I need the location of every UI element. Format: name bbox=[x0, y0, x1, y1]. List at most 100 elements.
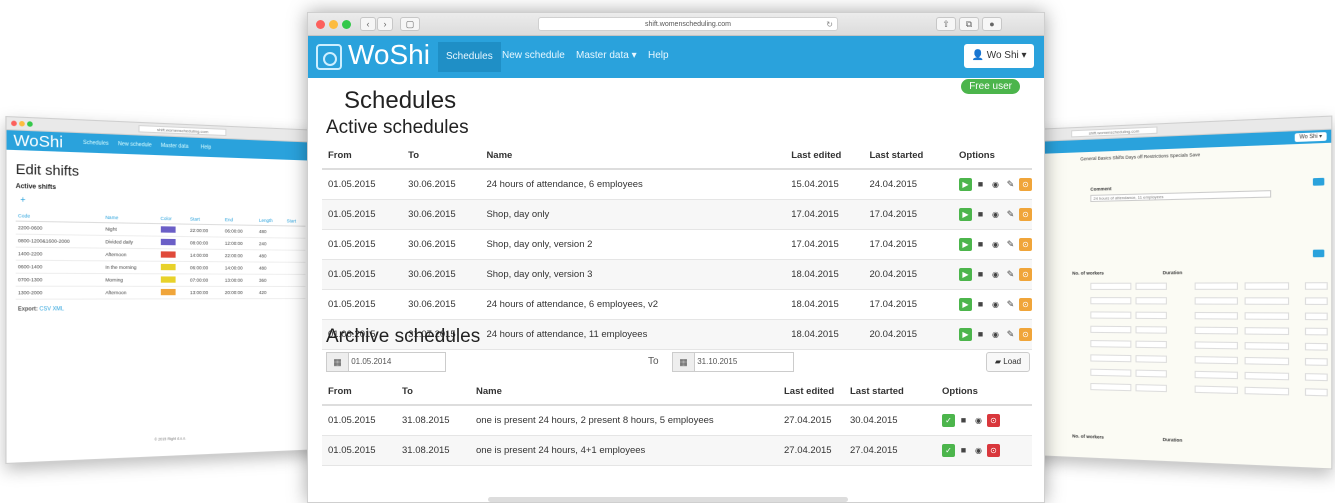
row-input[interactable] bbox=[1245, 282, 1290, 290]
archive-icon[interactable]: ⊙ bbox=[1019, 298, 1032, 311]
export-csv-link[interactable]: CSV bbox=[39, 306, 51, 313]
row-input[interactable] bbox=[1136, 297, 1167, 304]
row-input[interactable] bbox=[1090, 326, 1131, 334]
eye-icon[interactable]: ◉ bbox=[989, 178, 1002, 191]
edit-icon[interactable]: ✎ bbox=[1004, 238, 1017, 251]
row-input[interactable] bbox=[1305, 328, 1328, 336]
row-input[interactable] bbox=[1090, 340, 1131, 348]
edit-icon[interactable]: ✎ bbox=[1004, 268, 1017, 281]
tabs-icon[interactable]: ⧉ bbox=[959, 17, 979, 31]
row-input[interactable] bbox=[1136, 312, 1167, 319]
eye-icon[interactable]: ◉ bbox=[989, 328, 1002, 341]
col-from[interactable]: From bbox=[322, 143, 402, 169]
url-bar[interactable]: shift.womenscheduling.com bbox=[1071, 126, 1158, 137]
row-input[interactable] bbox=[1136, 283, 1167, 290]
brand-logo[interactable]: WoShi bbox=[13, 132, 63, 152]
brand-logo[interactable]: WoShi bbox=[348, 39, 430, 71]
col-end[interactable]: End bbox=[223, 215, 257, 225]
row-input[interactable] bbox=[1195, 341, 1238, 349]
forward-icon[interactable]: › bbox=[377, 17, 393, 31]
user-menu[interactable]: 👤 Wo Shi ▾ bbox=[964, 44, 1034, 68]
row-input[interactable] bbox=[1136, 326, 1167, 334]
eye-icon[interactable]: ◉ bbox=[989, 268, 1002, 281]
col-length[interactable]: Length bbox=[257, 216, 285, 226]
sidebar-icon[interactable]: ▢ bbox=[400, 17, 420, 31]
row-input[interactable] bbox=[1195, 327, 1238, 335]
save-icon[interactable] bbox=[1313, 178, 1324, 186]
row-input[interactable] bbox=[1305, 388, 1328, 396]
table-row[interactable]: 01.05.2015 31.08.2015 one is present 24 ho… bbox=[322, 405, 1032, 435]
row-input[interactable] bbox=[1245, 297, 1290, 305]
row-input[interactable] bbox=[1136, 355, 1167, 363]
comment-input[interactable]: 24 hours of attendance, 11 employees bbox=[1090, 190, 1271, 202]
col-last-started[interactable]: Last started bbox=[844, 379, 936, 405]
table-row[interactable]: 01.05.2015 30.06.2015 Shop, day only 17.04.… bbox=[322, 199, 1032, 229]
play-icon[interactable]: ▶ bbox=[959, 268, 972, 281]
from-date-input[interactable]: ▦ 01.05.2014 bbox=[326, 352, 446, 372]
to-date-input[interactable]: ▦ 31.10.2015 bbox=[672, 352, 794, 372]
table-row[interactable]: 01.05.2015 30.06.2015 Shop, day only, vers… bbox=[322, 259, 1032, 289]
edit-icon[interactable]: ✎ bbox=[1004, 328, 1017, 341]
add-icon[interactable] bbox=[1313, 250, 1324, 258]
calendar-icon[interactable]: ▦ bbox=[673, 353, 695, 371]
row-input[interactable] bbox=[1245, 327, 1290, 335]
stop-icon[interactable]: ■ bbox=[974, 328, 987, 341]
col-last-edited[interactable]: Last edited bbox=[785, 143, 863, 169]
horizontal-scrollbar[interactable] bbox=[488, 497, 848, 502]
export-xml-link[interactable]: XML bbox=[53, 306, 64, 312]
edit-icon[interactable]: ✎ bbox=[1004, 178, 1017, 191]
user-menu[interactable]: Wo Shi ▾ bbox=[1295, 132, 1327, 142]
table-row[interactable]: 0700-1300 Morning 07:00:00 13:00:00 360 bbox=[16, 273, 306, 286]
col-name[interactable]: Name bbox=[470, 379, 778, 405]
eye-icon[interactable]: ◉ bbox=[989, 208, 1002, 221]
row-input[interactable] bbox=[1195, 282, 1238, 289]
nav-new-schedule[interactable]: New schedule bbox=[502, 50, 565, 61]
row-input[interactable] bbox=[1090, 383, 1131, 391]
col-from[interactable]: From bbox=[322, 379, 396, 405]
col-start[interactable]: Start bbox=[188, 214, 223, 224]
row-input[interactable] bbox=[1136, 341, 1167, 349]
archive-icon[interactable]: ⊙ bbox=[1019, 268, 1032, 281]
row-input[interactable] bbox=[1245, 312, 1290, 320]
col-to[interactable]: To bbox=[402, 143, 480, 169]
maximize-icon[interactable] bbox=[342, 20, 351, 29]
play-icon[interactable]: ▶ bbox=[959, 298, 972, 311]
row-input[interactable] bbox=[1090, 297, 1131, 304]
archive-icon[interactable]: ⊙ bbox=[1019, 178, 1032, 191]
row-input[interactable] bbox=[1305, 373, 1328, 381]
close-icon[interactable] bbox=[316, 20, 325, 29]
row-input[interactable] bbox=[1090, 311, 1131, 318]
col-to[interactable]: To bbox=[396, 379, 470, 405]
nav-master-data[interactable]: Master data bbox=[161, 143, 189, 150]
edit-icon[interactable]: ✎ bbox=[1004, 298, 1017, 311]
extension-icon[interactable]: ● bbox=[982, 17, 1002, 31]
col-color[interactable]: Color bbox=[158, 214, 188, 224]
row-input[interactable] bbox=[1305, 282, 1328, 290]
nav-help[interactable]: Help bbox=[201, 144, 212, 151]
eye-icon[interactable]: ◉ bbox=[972, 414, 985, 427]
stop-icon[interactable]: ■ bbox=[974, 208, 987, 221]
row-input[interactable] bbox=[1195, 386, 1238, 395]
play-icon[interactable]: ▶ bbox=[959, 178, 972, 191]
nav-master-data[interactable]: Master data ▾ bbox=[576, 50, 637, 61]
row-input[interactable] bbox=[1195, 371, 1238, 379]
check-icon[interactable]: ✓ bbox=[942, 444, 955, 457]
row-input[interactable] bbox=[1245, 372, 1290, 380]
stop-icon[interactable]: ■ bbox=[974, 238, 987, 251]
eye-icon[interactable]: ◉ bbox=[989, 298, 1002, 311]
table-row[interactable]: 1300-2000 Afternoon 13:00:00 20:00:00 420 bbox=[16, 286, 306, 299]
row-input[interactable] bbox=[1090, 283, 1131, 290]
archive-icon[interactable]: ⊙ bbox=[1019, 328, 1032, 341]
check-icon[interactable]: ✓ bbox=[942, 414, 955, 427]
nav-schedules[interactable]: Schedules bbox=[83, 140, 109, 147]
minimize-icon[interactable] bbox=[19, 121, 25, 127]
url-bar[interactable]: shift.womenscheduling.com ↻ bbox=[538, 17, 838, 31]
col-name[interactable]: Name bbox=[480, 143, 785, 169]
load-button[interactable]: ▰ Load bbox=[986, 352, 1030, 372]
maximize-icon[interactable] bbox=[27, 121, 33, 127]
row-input[interactable] bbox=[1136, 384, 1167, 392]
stop-icon[interactable]: ■ bbox=[974, 178, 987, 191]
stop-icon[interactable]: ■ bbox=[957, 444, 970, 457]
row-input[interactable] bbox=[1195, 356, 1238, 364]
row-input[interactable] bbox=[1195, 312, 1238, 320]
